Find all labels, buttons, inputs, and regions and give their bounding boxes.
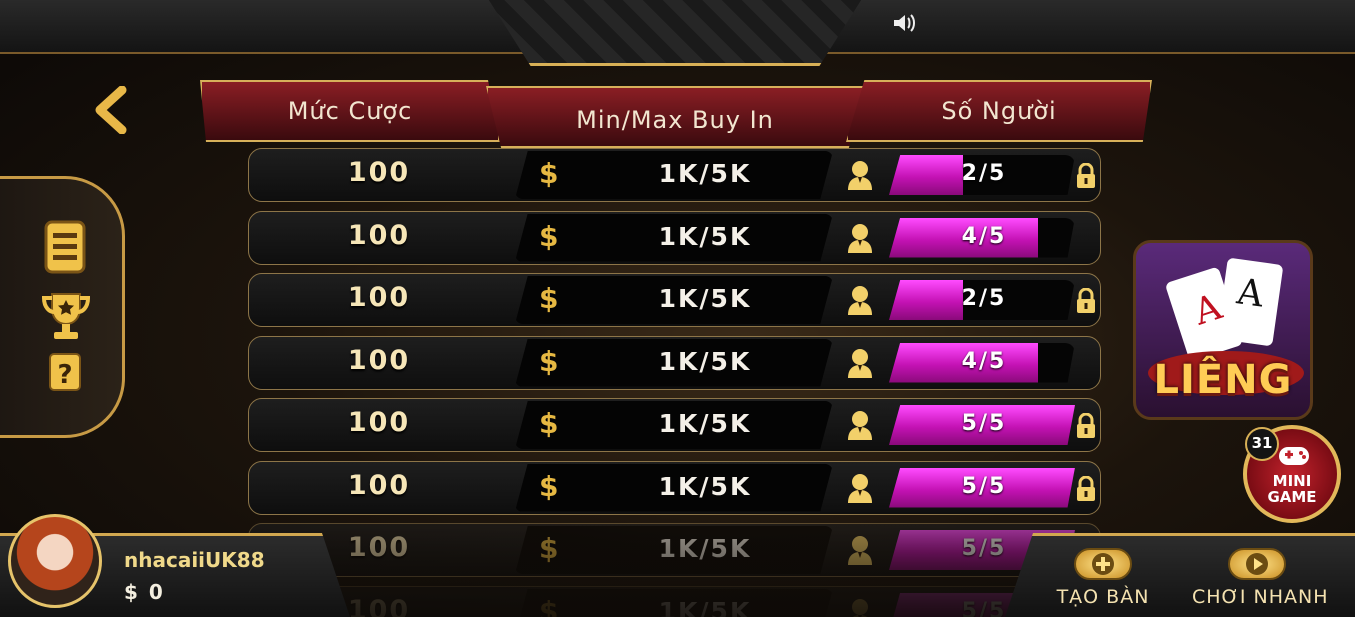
row-buyin: 1K/5K: [658, 534, 752, 563]
dollar-icon: $: [539, 469, 559, 503]
players-bar: 2/5: [889, 155, 1075, 195]
balance: $ 0: [124, 580, 165, 604]
gamepad-icon: [1279, 447, 1309, 465]
players-bar: 4/5: [889, 342, 1075, 383]
table-row[interactable]: 100 $1K/5K 4/5: [248, 210, 1101, 265]
speaker-icon[interactable]: [892, 12, 918, 36]
players-bar: 4/5: [889, 217, 1075, 258]
person-icon: [845, 597, 875, 617]
players-count: 5/5: [961, 536, 1007, 561]
row-buyin: 1K/5K: [658, 221, 752, 251]
players-count: 5/5: [961, 473, 1007, 499]
row-bet: 100: [347, 282, 411, 313]
table-row[interactable]: 100 $1K/5K 4/5: [248, 335, 1101, 390]
row-buyin-box: $1K/5K: [515, 213, 833, 262]
table-list: 100 $1K/5K 2/5 100 $1K/5K 4/5 100 $1K/5K 2/5 100 $…: [248, 148, 1103, 617]
row-buyin: 1K/5K: [658, 471, 752, 501]
table-row[interactable]: 100 $1K/5K 5/5: [248, 585, 1101, 617]
game-logo: A A LIÊNG: [1133, 240, 1313, 420]
person-icon: [845, 472, 875, 504]
game-title: LIÊNG: [1153, 357, 1293, 403]
row-buyin: 1K/5K: [658, 346, 752, 376]
document-icon[interactable]: [40, 218, 92, 274]
row-buyin-box: $1K/5K: [515, 401, 833, 449]
svg-text:?: ?: [57, 360, 72, 390]
quick-play-button[interactable]: CHƠI NHANH: [1192, 548, 1329, 614]
dollar-icon: $: [539, 219, 559, 253]
header-buyin-label: Min/Max Buy In: [576, 106, 774, 134]
chevron-left-icon[interactable]: [92, 85, 132, 135]
play-icon: [1228, 548, 1286, 580]
lock-icon: [1075, 162, 1097, 189]
row-bet: 100: [347, 407, 411, 438]
quick-play-label: CHƠI NHANH: [1192, 586, 1329, 608]
row-bet: 100: [347, 469, 411, 501]
row-buyin-box: $1K/5K: [515, 338, 833, 387]
mini-game-label-line2: GAME: [1267, 488, 1317, 506]
create-table-button[interactable]: TẠO BÀN: [1038, 548, 1168, 614]
lock-icon: [1075, 475, 1097, 502]
header-buyin-tab: Min/Max Buy In: [486, 86, 864, 148]
person-icon: [845, 222, 875, 254]
lock-icon: [1075, 412, 1097, 439]
person-icon: [845, 159, 875, 191]
players-count: 2/5: [961, 286, 1007, 311]
row-buyin-box: $1K/5K: [515, 526, 833, 574]
players-count: 5/5: [961, 411, 1007, 436]
header-players-tab: Số Người: [846, 80, 1152, 142]
person-icon: [845, 284, 875, 316]
help-icon[interactable]: ?: [40, 350, 92, 402]
top-ornament: [485, 0, 865, 66]
row-buyin: 1K/5K: [658, 409, 752, 438]
person-icon: [845, 409, 875, 441]
dollar-icon: $: [539, 282, 559, 315]
players-count: 2/5: [961, 161, 1007, 186]
dollar-icon: $: [539, 157, 559, 190]
mini-game-badge: 31: [1245, 427, 1279, 461]
mini-game-label-line1: MINI: [1272, 472, 1312, 490]
trophy-icon[interactable]: [40, 290, 92, 342]
players-bar: 2/5: [889, 280, 1075, 320]
username: nhacaiiUK88: [124, 548, 265, 572]
header-bet-label: Mức Cược: [287, 97, 413, 125]
row-bet: 100: [347, 344, 411, 376]
table-row[interactable]: 100 $1K/5K 5/5: [248, 460, 1101, 515]
person-icon: [845, 534, 875, 566]
row-buyin-box: $1K/5K: [515, 276, 833, 324]
avatar[interactable]: [8, 514, 102, 608]
dollar-icon: $: [539, 407, 559, 440]
row-buyin-box: $1K/5K: [515, 151, 833, 199]
players-count: 4/5: [961, 348, 1007, 374]
mini-game-button[interactable]: 31 MINI GAME: [1243, 425, 1341, 523]
lock-icon: [1075, 287, 1097, 314]
players-count: 4/5: [961, 223, 1007, 249]
row-buyin-box: $1K/5K: [515, 588, 833, 617]
row-buyin: 1K/5K: [658, 159, 752, 188]
row-buyin-box: $1K/5K: [515, 463, 833, 512]
dollar-icon: $: [539, 594, 559, 617]
dollar-icon: $: [539, 344, 559, 378]
plus-icon: [1074, 548, 1132, 580]
header-bet-tab: Mức Cược: [200, 80, 500, 142]
row-bet: 100: [347, 157, 411, 188]
table-row[interactable]: 100 $1K/5K 5/5: [248, 523, 1101, 577]
table-row[interactable]: 100 $1K/5K 5/5: [248, 398, 1101, 452]
row-buyin: 1K/5K: [658, 596, 752, 617]
table-row[interactable]: 100 $1K/5K 2/5: [248, 273, 1101, 327]
row-bet: 100: [347, 219, 411, 251]
players-bar: 5/5: [889, 405, 1075, 445]
table-row[interactable]: 100 $1K/5K 2/5: [248, 148, 1101, 202]
dollar-icon: $: [539, 532, 559, 565]
row-buyin: 1K/5K: [658, 284, 752, 313]
header-players-label: Số Người: [941, 97, 1057, 125]
create-table-label: TẠO BÀN: [1056, 586, 1150, 608]
person-icon: [845, 347, 875, 379]
players-bar: 5/5: [889, 467, 1075, 508]
